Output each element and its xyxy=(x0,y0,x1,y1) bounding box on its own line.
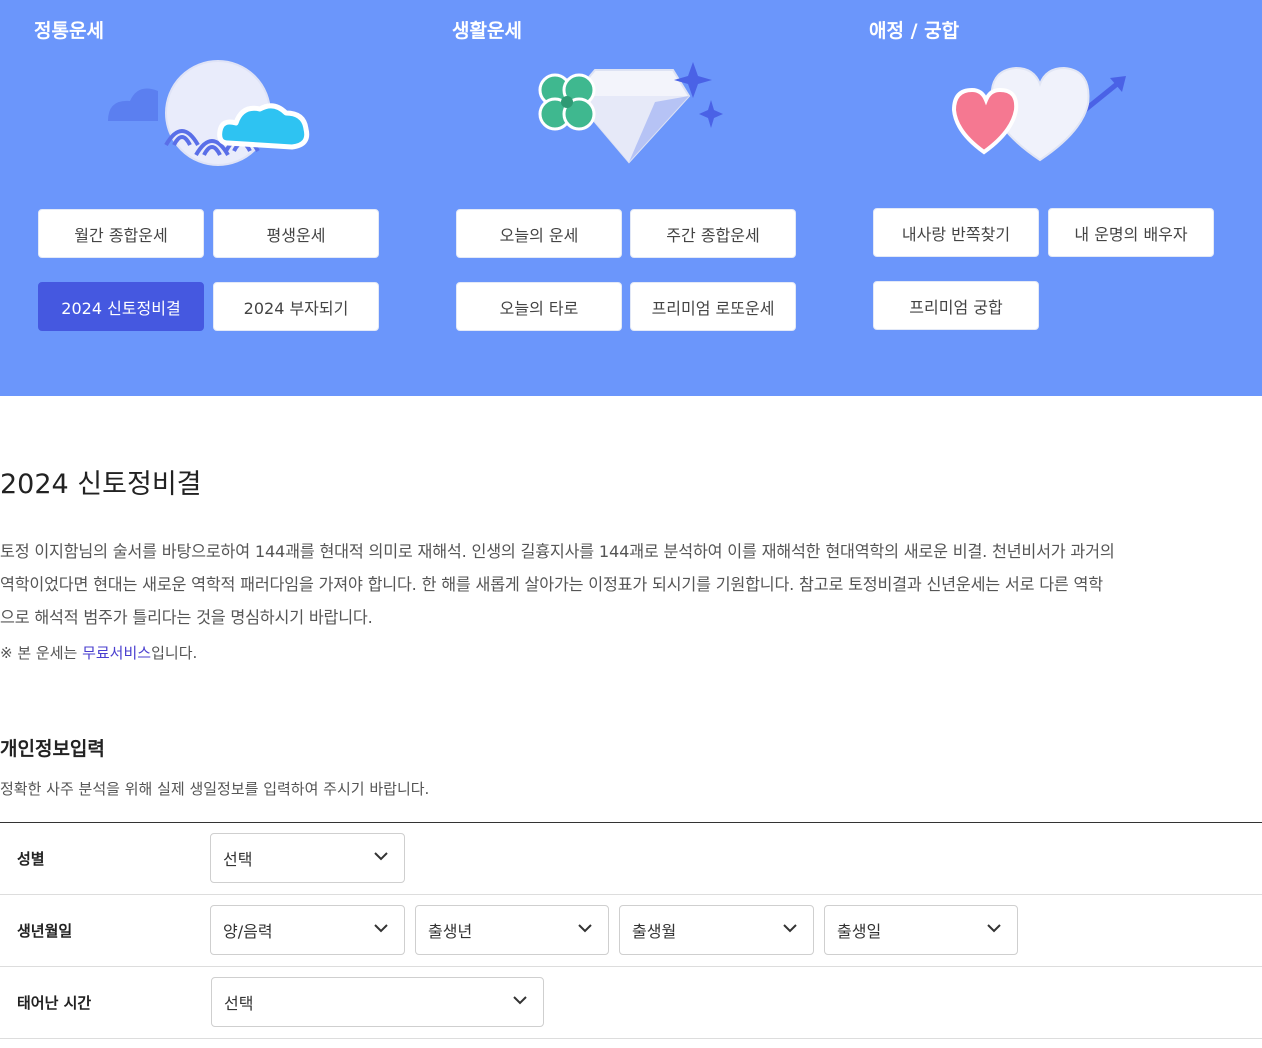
birth-day-value: 출생일 xyxy=(837,922,882,941)
free-service-link[interactable]: 무료서비스 xyxy=(82,644,151,662)
birth-time-value: 선택 xyxy=(224,994,254,1013)
free-service-note: ※ 본 운세는 무료서비스입니다. xyxy=(0,642,197,663)
clover-diamond-icon xyxy=(538,62,723,164)
gender-select-value: 선택 xyxy=(223,850,253,869)
moon-wave-cloud-icon xyxy=(108,60,310,166)
label-gender: 성별 xyxy=(17,850,45,868)
chevron-down-icon xyxy=(374,852,388,861)
description-line: 토정 이지함님의 술서를 바탕으로하여 144괘를 현대적 의미로 재해석. 인… xyxy=(0,542,1115,561)
description-line: 으로 해석적 범주가 틀리다는 것을 명심하시기 바랍니다. xyxy=(0,608,373,627)
btn-today-tarot[interactable]: 오늘의 타로 xyxy=(456,282,622,331)
chevron-down-icon xyxy=(578,924,592,933)
btn-destined-spouse[interactable]: 내 운명의 배우자 xyxy=(1048,208,1214,257)
category-title-life: 생활운세 xyxy=(452,20,522,42)
btn-monthly-fortune[interactable]: 월간 종합운세 xyxy=(38,209,204,258)
birth-year-select[interactable]: 출생년 xyxy=(415,905,609,955)
label-birth-time: 태어난 시간 xyxy=(17,994,92,1012)
note-prefix: ※ 본 운세는 xyxy=(0,644,83,662)
form-title: 개인정보입력 xyxy=(0,738,105,760)
birth-month-select[interactable]: 출생월 xyxy=(619,905,814,955)
note-suffix: 입니다. xyxy=(151,644,198,662)
form-top-divider xyxy=(0,822,1262,823)
page-description: 토정 이지함님의 술서를 바탕으로하여 144괘를 현대적 의미로 재해석. 인… xyxy=(0,535,1262,634)
btn-today-fortune[interactable]: 오늘의 운세 xyxy=(456,209,622,258)
birth-time-select[interactable]: 선택 xyxy=(211,977,544,1027)
gender-select[interactable]: 선택 xyxy=(210,833,405,883)
btn-premium-lotto[interactable]: 프리미엄 로또운세 xyxy=(630,282,796,331)
category-title-love: 애정 / 궁합 xyxy=(869,20,960,42)
btn-get-rich-2024[interactable]: 2024 부자되기 xyxy=(213,282,379,331)
calendar-type-value: 양/음력 xyxy=(223,922,273,941)
form-subtitle: 정확한 사주 분석을 위해 실제 생일정보를 입력하여 주시기 바랍니다. xyxy=(0,780,430,798)
btn-lifetime-fortune[interactable]: 평생운세 xyxy=(213,209,379,258)
chevron-down-icon xyxy=(513,996,527,1005)
birth-month-value: 출생월 xyxy=(632,922,677,941)
hearts-arrow-icon xyxy=(951,66,1126,162)
calendar-type-select[interactable]: 양/음력 xyxy=(210,905,405,955)
page-title: 2024 신토정비결 xyxy=(0,469,202,500)
btn-find-soulmate[interactable]: 내사랑 반쪽찾기 xyxy=(873,208,1039,257)
birth-year-value: 출생년 xyxy=(428,922,473,941)
chevron-down-icon xyxy=(783,924,797,933)
chevron-down-icon xyxy=(987,924,1001,933)
btn-premium-compatibility[interactable]: 프리미엄 궁합 xyxy=(873,281,1039,330)
description-line: 역학이었다면 현대는 새로운 역학적 패러다임을 가져야 합니다. 한 해를 새… xyxy=(0,575,1103,594)
btn-tojeong-2024[interactable]: 2024 신토정비결 xyxy=(38,282,204,331)
chevron-down-icon xyxy=(374,924,388,933)
category-title-traditional: 정통운세 xyxy=(34,20,104,42)
category-banner: 정통운세 월간 종합운세 평생운세 2024 신토정비결 2024 부자되기 생… xyxy=(0,0,1262,396)
btn-weekly-fortune[interactable]: 주간 종합운세 xyxy=(630,209,796,258)
row-divider xyxy=(0,1038,1262,1039)
label-birthdate: 생년월일 xyxy=(17,922,73,940)
row-divider xyxy=(0,894,1262,895)
birth-day-select[interactable]: 출생일 xyxy=(824,905,1018,955)
row-divider xyxy=(0,966,1262,967)
